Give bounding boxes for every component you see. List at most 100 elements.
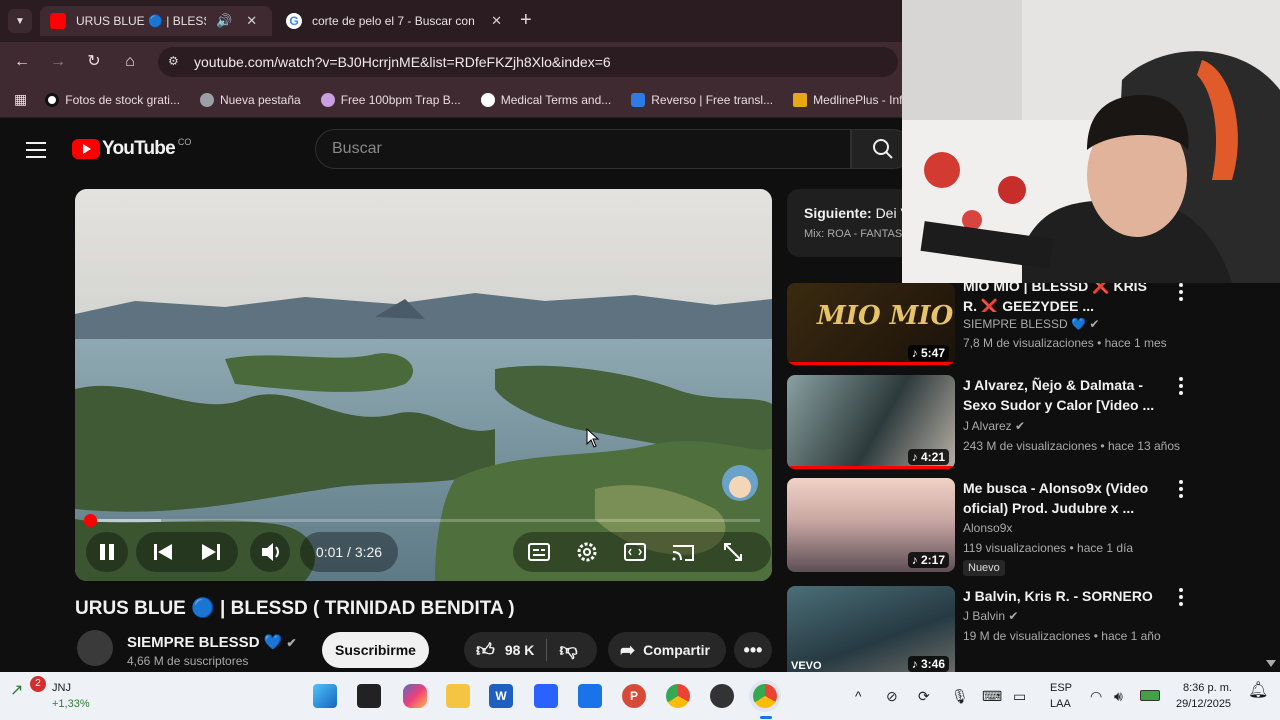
- channel-avatar[interactable]: [77, 630, 113, 666]
- notification-bell-icon[interactable]: 🔔︎: [1248, 680, 1268, 700]
- video-thumbnail[interactable]: ♪ 4:21: [787, 375, 955, 469]
- channel-name[interactable]: SIEMPRE BLESSD 💙 ✔: [963, 317, 1099, 331]
- like-icon[interactable]: 👍︎: [476, 639, 495, 661]
- list-item[interactable]: MIO MIO ♪ 5:47 MIO MIO | BLESSD ❌ KRIS R…: [787, 271, 1207, 367]
- store-icon[interactable]: [534, 684, 558, 708]
- like-count[interactable]: 98 K: [505, 642, 535, 658]
- bookmark-item[interactable]: Free 100bpm Trap B...: [320, 92, 461, 107]
- list-item[interactable]: ♪ 4:21 J Alvarez, Ñejo & Dalmata - Sexo …: [787, 375, 1207, 471]
- chrome-profile-icon[interactable]: [753, 684, 777, 708]
- display-icon[interactable]: ▭: [1013, 688, 1026, 705]
- more-options-icon[interactable]: [1179, 377, 1183, 398]
- globe-icon: [199, 92, 214, 107]
- bookmark-favicon-icon: [480, 92, 495, 107]
- settings-gear-icon[interactable]: [577, 542, 597, 562]
- bookmark-item[interactable]: Medical Terms and...: [480, 92, 611, 107]
- speaker-icon[interactable]: 🔊: [216, 13, 232, 29]
- chrome-icon[interactable]: [666, 684, 690, 708]
- list-item[interactable]: VEVO ♪ 3:46 J Balvin, Kris R. - SORNERO …: [787, 586, 1207, 672]
- subscribe-button[interactable]: Suscribirme: [322, 632, 429, 668]
- back-icon[interactable]: ←: [12, 52, 32, 72]
- video-title[interactable]: J Alvarez, Ñejo & Dalmata - Sexo Sudor y…: [963, 375, 1163, 415]
- pause-icon: [100, 544, 114, 560]
- copilot-icon[interactable]: [403, 684, 427, 708]
- next-icon[interactable]: [202, 544, 220, 560]
- close-tab-icon[interactable]: ✕: [246, 13, 257, 29]
- channel-name[interactable]: SIEMPRE BLESSD 💙 ✔: [127, 633, 297, 651]
- bookmark-item[interactable]: Reverso | Free transl...: [631, 92, 773, 107]
- bookmark-item[interactable]: Fotos de stock grati...: [45, 92, 180, 107]
- subtitles-icon[interactable]: [528, 543, 550, 561]
- channel-name[interactable]: J Alvarez ✔: [963, 419, 1025, 433]
- bookmark-item[interactable]: Nueva pestaña: [199, 92, 301, 107]
- more-options-icon[interactable]: [1179, 283, 1183, 304]
- video-title[interactable]: J Balvin, Kris R. - SORNERO: [963, 586, 1163, 606]
- share-icon: ➦: [620, 639, 636, 660]
- pause-button[interactable]: [86, 532, 128, 572]
- search-input[interactable]: Buscar: [315, 129, 851, 169]
- channel-name[interactable]: Alonso9x: [963, 521, 1012, 535]
- forward-icon[interactable]: →: [48, 52, 68, 72]
- start-windows-icon[interactable]: [313, 684, 337, 708]
- more-actions-icon[interactable]: •••: [734, 632, 772, 668]
- apps-grid-icon[interactable]: ▦: [14, 91, 27, 108]
- video-player[interactable]: [75, 189, 772, 581]
- previous-icon[interactable]: [154, 544, 172, 560]
- tab-google-search[interactable]: G corte de pelo el 7 - Buscar con ✕: [276, 6, 512, 36]
- right-controls: [513, 532, 771, 572]
- dislike-icon[interactable]: 👎︎: [559, 639, 577, 661]
- cast-icon[interactable]: [672, 545, 694, 561]
- theater-mode-icon[interactable]: [624, 543, 646, 561]
- url-field[interactable]: ⚙ youtube.com/watch?v=BJ0HcrrjnME&list=R…: [158, 47, 898, 77]
- input-language[interactable]: ESP: [1050, 682, 1072, 694]
- clock-time[interactable]: 8:36 p. m.: [1183, 682, 1232, 694]
- keyboard-icon[interactable]: ⌨: [982, 688, 1002, 705]
- progress-bar[interactable]: [84, 514, 760, 527]
- network-off-icon[interactable]: ⊘: [886, 688, 898, 705]
- tray-overflow-icon[interactable]: ^: [855, 688, 862, 704]
- more-options-icon[interactable]: [1179, 588, 1183, 609]
- channel-name[interactable]: J Balvin ✔: [963, 609, 1018, 623]
- stock-symbol[interactable]: JNJ: [52, 682, 71, 694]
- video-title[interactable]: Me busca - Alonso9x (Video oficial) Prod…: [963, 478, 1163, 518]
- video-thumbnail[interactable]: ♪ 2:17: [787, 478, 955, 572]
- obs-icon[interactable]: [710, 684, 734, 708]
- word-icon[interactable]: W: [489, 684, 513, 708]
- fullscreen-icon[interactable]: [724, 543, 742, 561]
- video-thumbnail[interactable]: MIO MIO ♪ 5:47: [787, 283, 955, 365]
- watched-progress: [787, 466, 955, 469]
- menu-icon[interactable]: [26, 142, 46, 158]
- keyboard-layout[interactable]: LAA: [1050, 698, 1071, 710]
- list-item[interactable]: ♪ 2:17 Me busca - Alonso9x (Video oficia…: [787, 478, 1207, 576]
- scroll-down-arrow-icon[interactable]: [1266, 660, 1276, 667]
- home-icon[interactable]: ⌂: [120, 52, 140, 72]
- tab-youtube[interactable]: URUS BLUE 🔵 | BLESSD ( T 🔊 ✕: [40, 6, 272, 36]
- url-text: youtube.com/watch?v=BJ0HcrrjnME&list=RDf…: [194, 54, 611, 70]
- active-app-indicator: [760, 716, 772, 719]
- volume-icon[interactable]: 🔊︎: [1114, 688, 1123, 705]
- battery-icon[interactable]: [1140, 690, 1160, 701]
- new-tab-button[interactable]: +: [520, 10, 532, 30]
- powerpoint-icon[interactable]: P: [622, 684, 646, 708]
- tab-search-button[interactable]: ▼: [8, 9, 32, 33]
- reload-icon[interactable]: ↻: [84, 52, 104, 72]
- clock-date[interactable]: 29/12/2025: [1176, 698, 1231, 710]
- webcam-overlay: [902, 0, 1280, 283]
- task-view-icon[interactable]: [357, 684, 381, 708]
- bookmark-item[interactable]: MedlinePlus - Inf: [793, 92, 902, 107]
- file-explorer-icon[interactable]: [446, 684, 470, 708]
- watched-progress: [787, 362, 955, 365]
- new-badge: Nuevo: [963, 560, 1005, 576]
- share-button[interactable]: ➦ Compartir: [608, 632, 726, 668]
- close-tab-icon[interactable]: ✕: [491, 13, 502, 29]
- video-thumbnail[interactable]: VEVO ♪ 3:46: [787, 586, 955, 672]
- more-options-icon[interactable]: [1179, 480, 1183, 501]
- sync-icon[interactable]: ⟳: [918, 688, 930, 705]
- microphone-icon[interactable]: 🎙︎: [951, 688, 969, 705]
- youtube-logo[interactable]: YouTube CO: [72, 137, 191, 160]
- wifi-icon[interactable]: ◠: [1090, 688, 1102, 705]
- volume-button[interactable]: [250, 532, 290, 572]
- calendar-icon[interactable]: [578, 684, 602, 708]
- up-next-mix: Mix: ROA - FANTAS: [804, 228, 903, 240]
- site-info-icon[interactable]: ⚙: [168, 54, 184, 70]
